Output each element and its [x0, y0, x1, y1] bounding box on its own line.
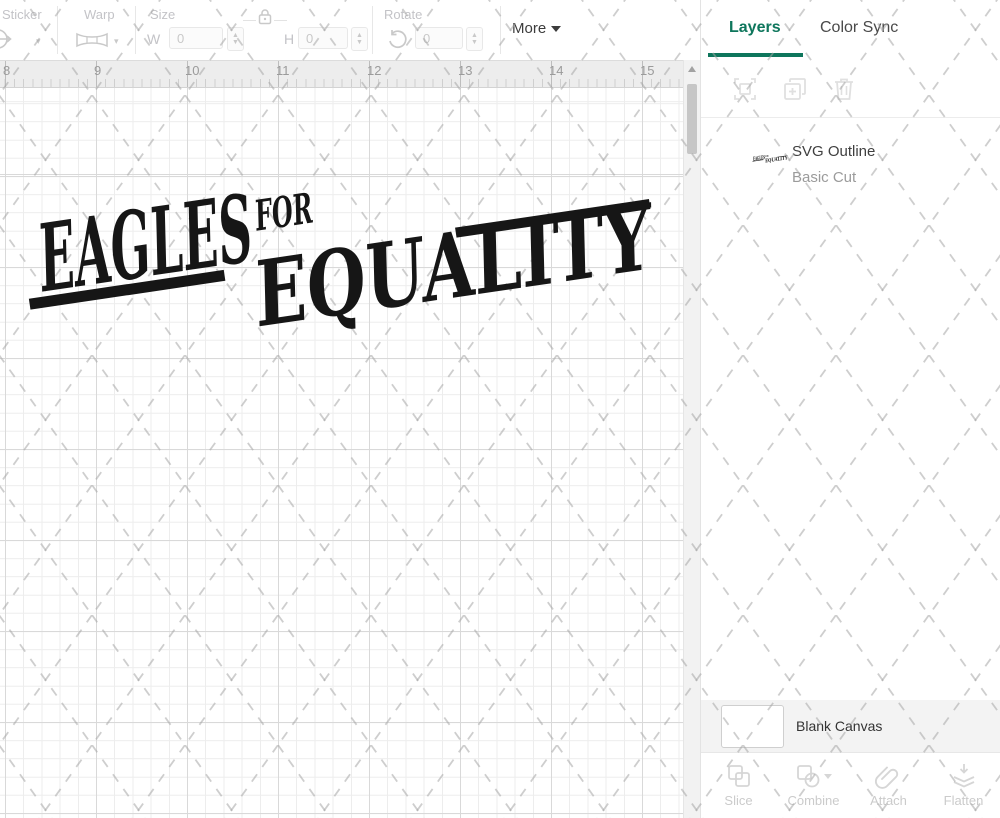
width-input[interactable]: [169, 27, 223, 49]
height-label: H: [284, 31, 294, 47]
toolbar-divider: [57, 6, 58, 54]
blank-canvas-row[interactable]: Blank Canvas: [701, 700, 1000, 752]
design-artwork[interactable]: EAGLES FOR EQUALITY: [0, 60, 700, 818]
rotate-stepper[interactable]: ▲▼: [466, 27, 483, 51]
attach-button[interactable]: Attach: [851, 753, 926, 818]
design-word-equality: EQUALITY: [254, 184, 653, 349]
toolbar-divider: [372, 6, 373, 54]
layer-title: SVG Outline: [792, 143, 875, 160]
trash-icon[interactable]: [833, 77, 855, 101]
canvas-color-swatch[interactable]: [721, 705, 784, 748]
duplicate-icon[interactable]: [783, 77, 807, 101]
attach-icon: [874, 763, 904, 789]
lock-bracket-right: [274, 20, 287, 27]
sticker-label: Sticker: [2, 7, 42, 22]
width-stepper[interactable]: ▲▼: [227, 27, 244, 51]
width-label: W: [147, 31, 160, 47]
layer-row[interactable]: SVG Outline Basic Cut: [701, 128, 1000, 190]
layer-actions-bar: Slice Combine Attach Flatten: [701, 752, 1000, 818]
height-input[interactable]: [298, 27, 348, 49]
slice-icon: [726, 763, 752, 789]
more-label: More: [512, 20, 546, 37]
lock-bracket-left: [243, 20, 256, 27]
attach-label: Attach: [870, 793, 907, 808]
blank-canvas-label: Blank Canvas: [796, 718, 882, 734]
combine-label: Combine: [787, 793, 839, 808]
flatten-icon: [951, 763, 977, 789]
tab-layers[interactable]: Layers: [729, 19, 781, 37]
rotate-input[interactable]: [415, 27, 463, 49]
group-icon[interactable]: [733, 77, 757, 101]
toolbar-divider: [135, 6, 136, 54]
panel-divider: [701, 117, 1000, 118]
rotate-label: Rotate: [384, 7, 422, 22]
design-word-for: FOR: [254, 182, 313, 241]
tab-color-sync[interactable]: Color Sync: [820, 19, 898, 37]
slice-label: Slice: [724, 793, 752, 808]
top-toolbar: Sticker ▾ Warp ▾ Size W ▲▼ H ▲▼ Rotate ▲…: [0, 0, 700, 60]
combine-icon: [795, 763, 821, 789]
combine-button[interactable]: Combine: [776, 753, 851, 818]
height-stepper[interactable]: ▲▼: [351, 27, 368, 51]
size-lock-icon[interactable]: [258, 8, 272, 25]
more-button[interactable]: More: [512, 20, 561, 37]
flatten-label: Flatten: [944, 793, 984, 808]
active-tab-underline: [708, 53, 803, 57]
combine-dropdown-caret[interactable]: [824, 774, 832, 779]
rotate-icon[interactable]: [386, 28, 410, 50]
chevron-down-icon: [551, 26, 561, 32]
sticker-offset-icon[interactable]: [0, 27, 14, 51]
right-panel: Layers Color Sync SVG Outline Basic Cut …: [700, 0, 1000, 818]
toolbar-divider: [500, 6, 501, 54]
slice-button[interactable]: Slice: [701, 753, 776, 818]
flatten-button[interactable]: Flatten: [926, 753, 1000, 818]
sticker-dropdown-caret[interactable]: ▾: [36, 36, 41, 47]
layer-thumbnail: [752, 154, 788, 165]
warp-icon[interactable]: [76, 31, 108, 49]
warp-dropdown-caret[interactable]: ▾: [114, 36, 119, 47]
layer-subtitle: Basic Cut: [792, 169, 856, 186]
size-label: Size: [150, 7, 175, 22]
warp-label: Warp: [84, 7, 115, 22]
